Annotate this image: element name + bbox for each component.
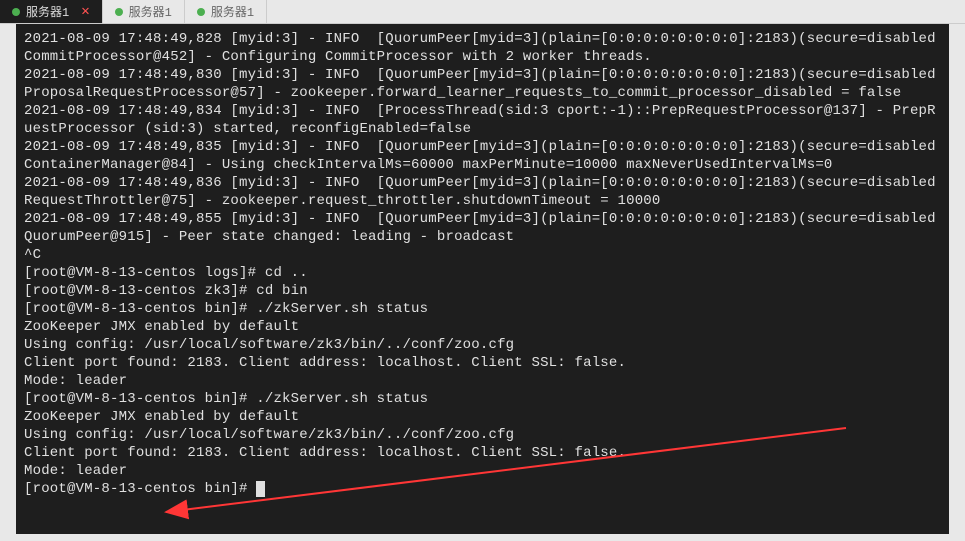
output-line: ZooKeeper JMX enabled by default (24, 409, 299, 425)
log-line: CommitProcessor@452] - Configuring Commi… (24, 49, 652, 65)
output-line: Client port found: 2183. Client address:… (24, 355, 626, 371)
output-line: Client port found: 2183. Client address:… (24, 445, 626, 461)
status-dot-icon (115, 8, 123, 16)
status-dot-icon (197, 8, 205, 16)
log-line: ^C (24, 247, 41, 263)
log-line: 2021-08-09 17:48:49,855 [myid:3] - INFO … (24, 211, 936, 227)
tab-label: 服务器1 (211, 3, 254, 20)
output-line: ZooKeeper JMX enabled by default (24, 319, 299, 335)
output-line: Mode: leader (24, 373, 127, 389)
cursor-icon (256, 481, 265, 497)
output-line: Mode: leader (24, 463, 127, 479)
prompt-line: [root@VM-8-13-centos logs]# cd .. (24, 265, 308, 281)
prompt-line: [root@VM-8-13-centos bin]# ./zkServer.sh… (24, 391, 428, 407)
log-line: 2021-08-09 17:48:49,830 [myid:3] - INFO … (24, 67, 936, 83)
close-icon[interactable]: ✕ (81, 3, 89, 20)
tab-bar: 服务器1 ✕ 服务器1 服务器1 (0, 0, 965, 24)
log-line: QuorumPeer@915] - Peer state changed: le… (24, 229, 514, 245)
log-line: 2021-08-09 17:48:49,834 [myid:3] - INFO … (24, 103, 936, 119)
terminal-output[interactable]: 2021-08-09 17:48:49,828 [myid:3] - INFO … (16, 24, 949, 504)
tab-server-1[interactable]: 服务器1 ✕ (0, 0, 103, 23)
log-line: 2021-08-09 17:48:49,836 [myid:3] - INFO … (24, 175, 936, 191)
prompt-line: [root@VM-8-13-centos zk3]# cd bin (24, 283, 308, 299)
prompt-line: [root@VM-8-13-centos bin]# ./zkServer.sh… (24, 301, 428, 317)
output-line: Using config: /usr/local/software/zk3/bi… (24, 337, 514, 353)
tab-label: 服务器1 (129, 3, 172, 20)
log-line: ProposalRequestProcessor@57] - zookeeper… (24, 85, 901, 101)
output-line: Using config: /usr/local/software/zk3/bi… (24, 427, 514, 443)
log-line: 2021-08-09 17:48:49,835 [myid:3] - INFO … (24, 139, 936, 155)
log-line: RequestThrottler@75] - zookeeper.request… (24, 193, 661, 209)
tab-server-3[interactable]: 服务器1 (185, 0, 267, 23)
terminal-container: 2021-08-09 17:48:49,828 [myid:3] - INFO … (16, 24, 949, 534)
status-dot-icon (12, 8, 20, 16)
log-line: 2021-08-09 17:48:49,828 [myid:3] - INFO … (24, 31, 936, 47)
log-line: ContainerManager@84] - Using checkInterv… (24, 157, 833, 173)
tab-label: 服务器1 (26, 3, 69, 20)
log-line: uestProcessor (sid:3) started, reconfigE… (24, 121, 471, 137)
prompt-line: [root@VM-8-13-centos bin]# (24, 481, 256, 497)
tab-server-2[interactable]: 服务器1 (103, 0, 185, 23)
